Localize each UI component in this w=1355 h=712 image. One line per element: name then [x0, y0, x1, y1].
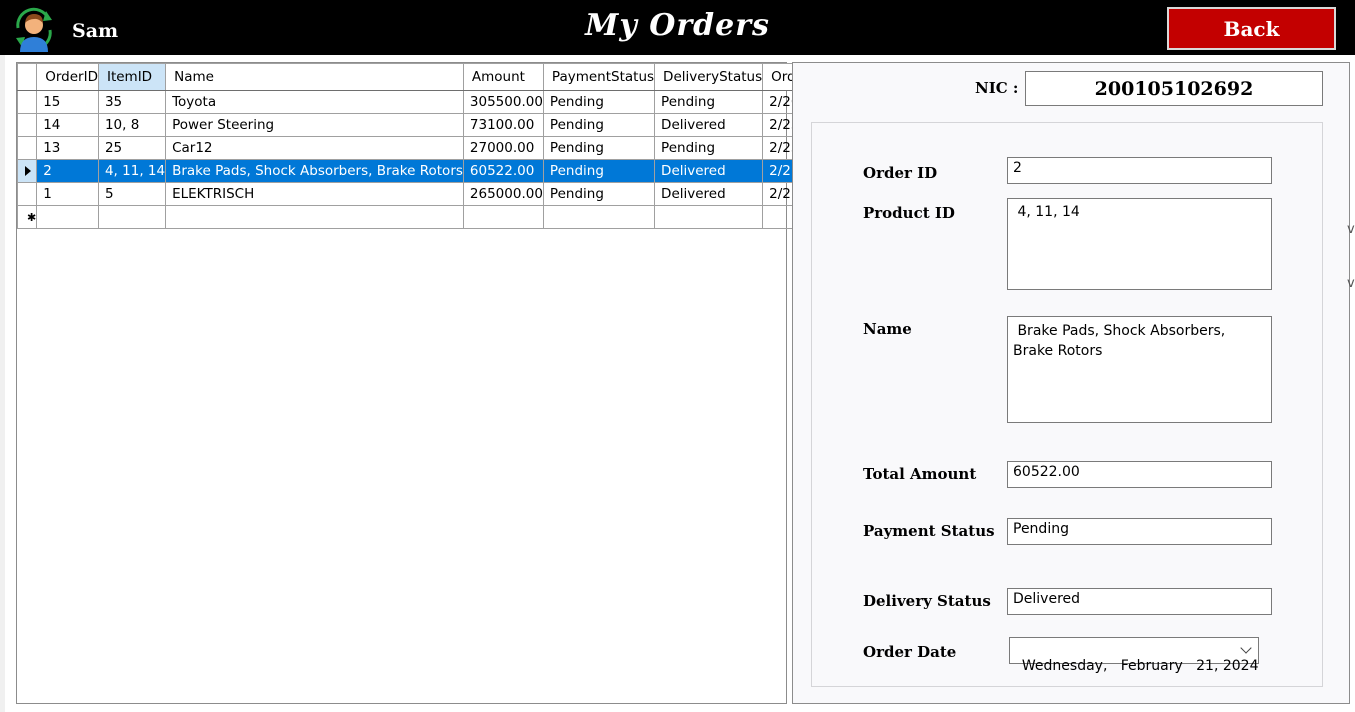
table-cell[interactable]: Power Steering — [165, 113, 464, 137]
table-cell[interactable] — [654, 205, 764, 229]
column-header[interactable]: PaymentStatus — [542, 63, 656, 91]
payment-status-field[interactable]: Pending — [1007, 518, 1272, 545]
table-cell[interactable] — [462, 205, 544, 229]
table-cell[interactable]: 265000.00 — [462, 182, 544, 206]
name-label: Name — [863, 320, 912, 338]
page-title: My Orders — [585, 8, 770, 43]
column-header[interactable]: Amount — [462, 63, 544, 91]
chevron-down-icon[interactable] — [1240, 642, 1252, 654]
row-header[interactable] — [16, 113, 38, 137]
table-cell[interactable] — [36, 205, 99, 229]
product-id-label: Product ID — [863, 204, 955, 222]
table-cell[interactable] — [542, 205, 656, 229]
table-cell[interactable]: Pending — [542, 113, 656, 137]
table-cell[interactable]: Delivered — [654, 182, 764, 206]
table-cell[interactable] — [165, 205, 464, 229]
window-edge — [0, 55, 5, 712]
table-cell[interactable]: 10, 8 — [97, 113, 167, 137]
table-cell[interactable]: 35 — [97, 90, 167, 114]
table-cell[interactable]: 27000.00 — [462, 136, 544, 160]
table-cell[interactable]: 15 — [36, 90, 99, 114]
grid-corner-header[interactable] — [16, 63, 38, 91]
column-header[interactable]: OrderID — [36, 63, 99, 91]
table-cell[interactable]: Pending — [542, 90, 656, 114]
row-header[interactable]: ✱ — [16, 205, 38, 229]
table-cell[interactable]: 73100.00 — [462, 113, 544, 137]
column-header[interactable]: DeliveryStatus — [654, 63, 764, 91]
order-date-value: Wednesday, February 21, 2024 — [1021, 658, 1259, 674]
name-field[interactable]: Brake Pads, Shock Absorbers, Brake Rotor… — [1007, 316, 1272, 423]
table-cell[interactable]: 1 — [36, 182, 99, 206]
column-header[interactable]: Name — [165, 63, 464, 91]
table-cell[interactable]: ELEKTRISCH — [165, 182, 464, 206]
total-amount-label: Total Amount — [863, 465, 977, 483]
row-header[interactable] — [16, 90, 38, 114]
title-bar: Sam My Orders Back — [0, 0, 1355, 55]
order-id-field[interactable]: 2 — [1007, 157, 1272, 184]
order-id-label: Order ID — [863, 164, 938, 182]
current-row-arrow-icon — [25, 166, 31, 176]
back-button[interactable]: Back — [1167, 7, 1336, 50]
product-id-field[interactable]: 4, 11, 14 — [1007, 198, 1272, 290]
row-header[interactable] — [16, 159, 38, 183]
table-cell[interactable]: 5 — [97, 182, 167, 206]
table-cell[interactable]: Delivered — [654, 113, 764, 137]
table-cell[interactable]: Pending — [542, 136, 656, 160]
nic-field[interactable]: 200105102692 — [1025, 71, 1323, 106]
table-cell[interactable]: 305500.00 — [462, 90, 544, 114]
total-amount-field[interactable]: 60522.00 — [1007, 461, 1272, 488]
table-cell[interactable]: 4, 11, 14 — [97, 159, 167, 183]
table-cell[interactable]: Car12 — [165, 136, 464, 160]
table-cell[interactable]: 2 — [36, 159, 99, 183]
table-cell[interactable]: 25 — [97, 136, 167, 160]
table-cell[interactable]: Delivered — [654, 159, 764, 183]
edge-glyph: v — [1347, 276, 1355, 291]
order-date-picker[interactable]: Wednesday, February 21, 2024 — [1009, 637, 1259, 674]
table-cell[interactable] — [97, 205, 167, 229]
table-cell[interactable]: 14 — [36, 113, 99, 137]
payment-status-label: Payment Status — [863, 522, 995, 540]
new-row-asterisk-icon: ✱ — [27, 211, 37, 224]
table-cell[interactable]: Pending — [542, 159, 656, 183]
order-date-label: Order Date — [863, 643, 957, 661]
table-cell[interactable]: Toyota — [165, 90, 464, 114]
delivery-status-field[interactable]: Delivered — [1007, 588, 1272, 615]
table-cell[interactable]: Pending — [542, 182, 656, 206]
table-cell[interactable]: 60522.00 — [462, 159, 544, 183]
row-header[interactable] — [16, 182, 38, 206]
edge-glyph: v — [1347, 222, 1355, 237]
table-cell[interactable]: 13 — [36, 136, 99, 160]
table-cell[interactable]: Pending — [654, 90, 764, 114]
delivery-status-label: Delivery Status — [863, 592, 991, 610]
row-header[interactable] — [16, 136, 38, 160]
orders-grid[interactable]: OrderID ItemID Name Amount PaymentStatus Deli… — [16, 62, 1040, 704]
table-cell[interactable]: Brake Pads, Shock Absorbers, Brake Rotor… — [165, 159, 464, 183]
nic-label: NIC : — [975, 79, 1019, 97]
column-header[interactable]: ItemID — [97, 63, 167, 91]
table-cell[interactable]: Pending — [654, 136, 764, 160]
